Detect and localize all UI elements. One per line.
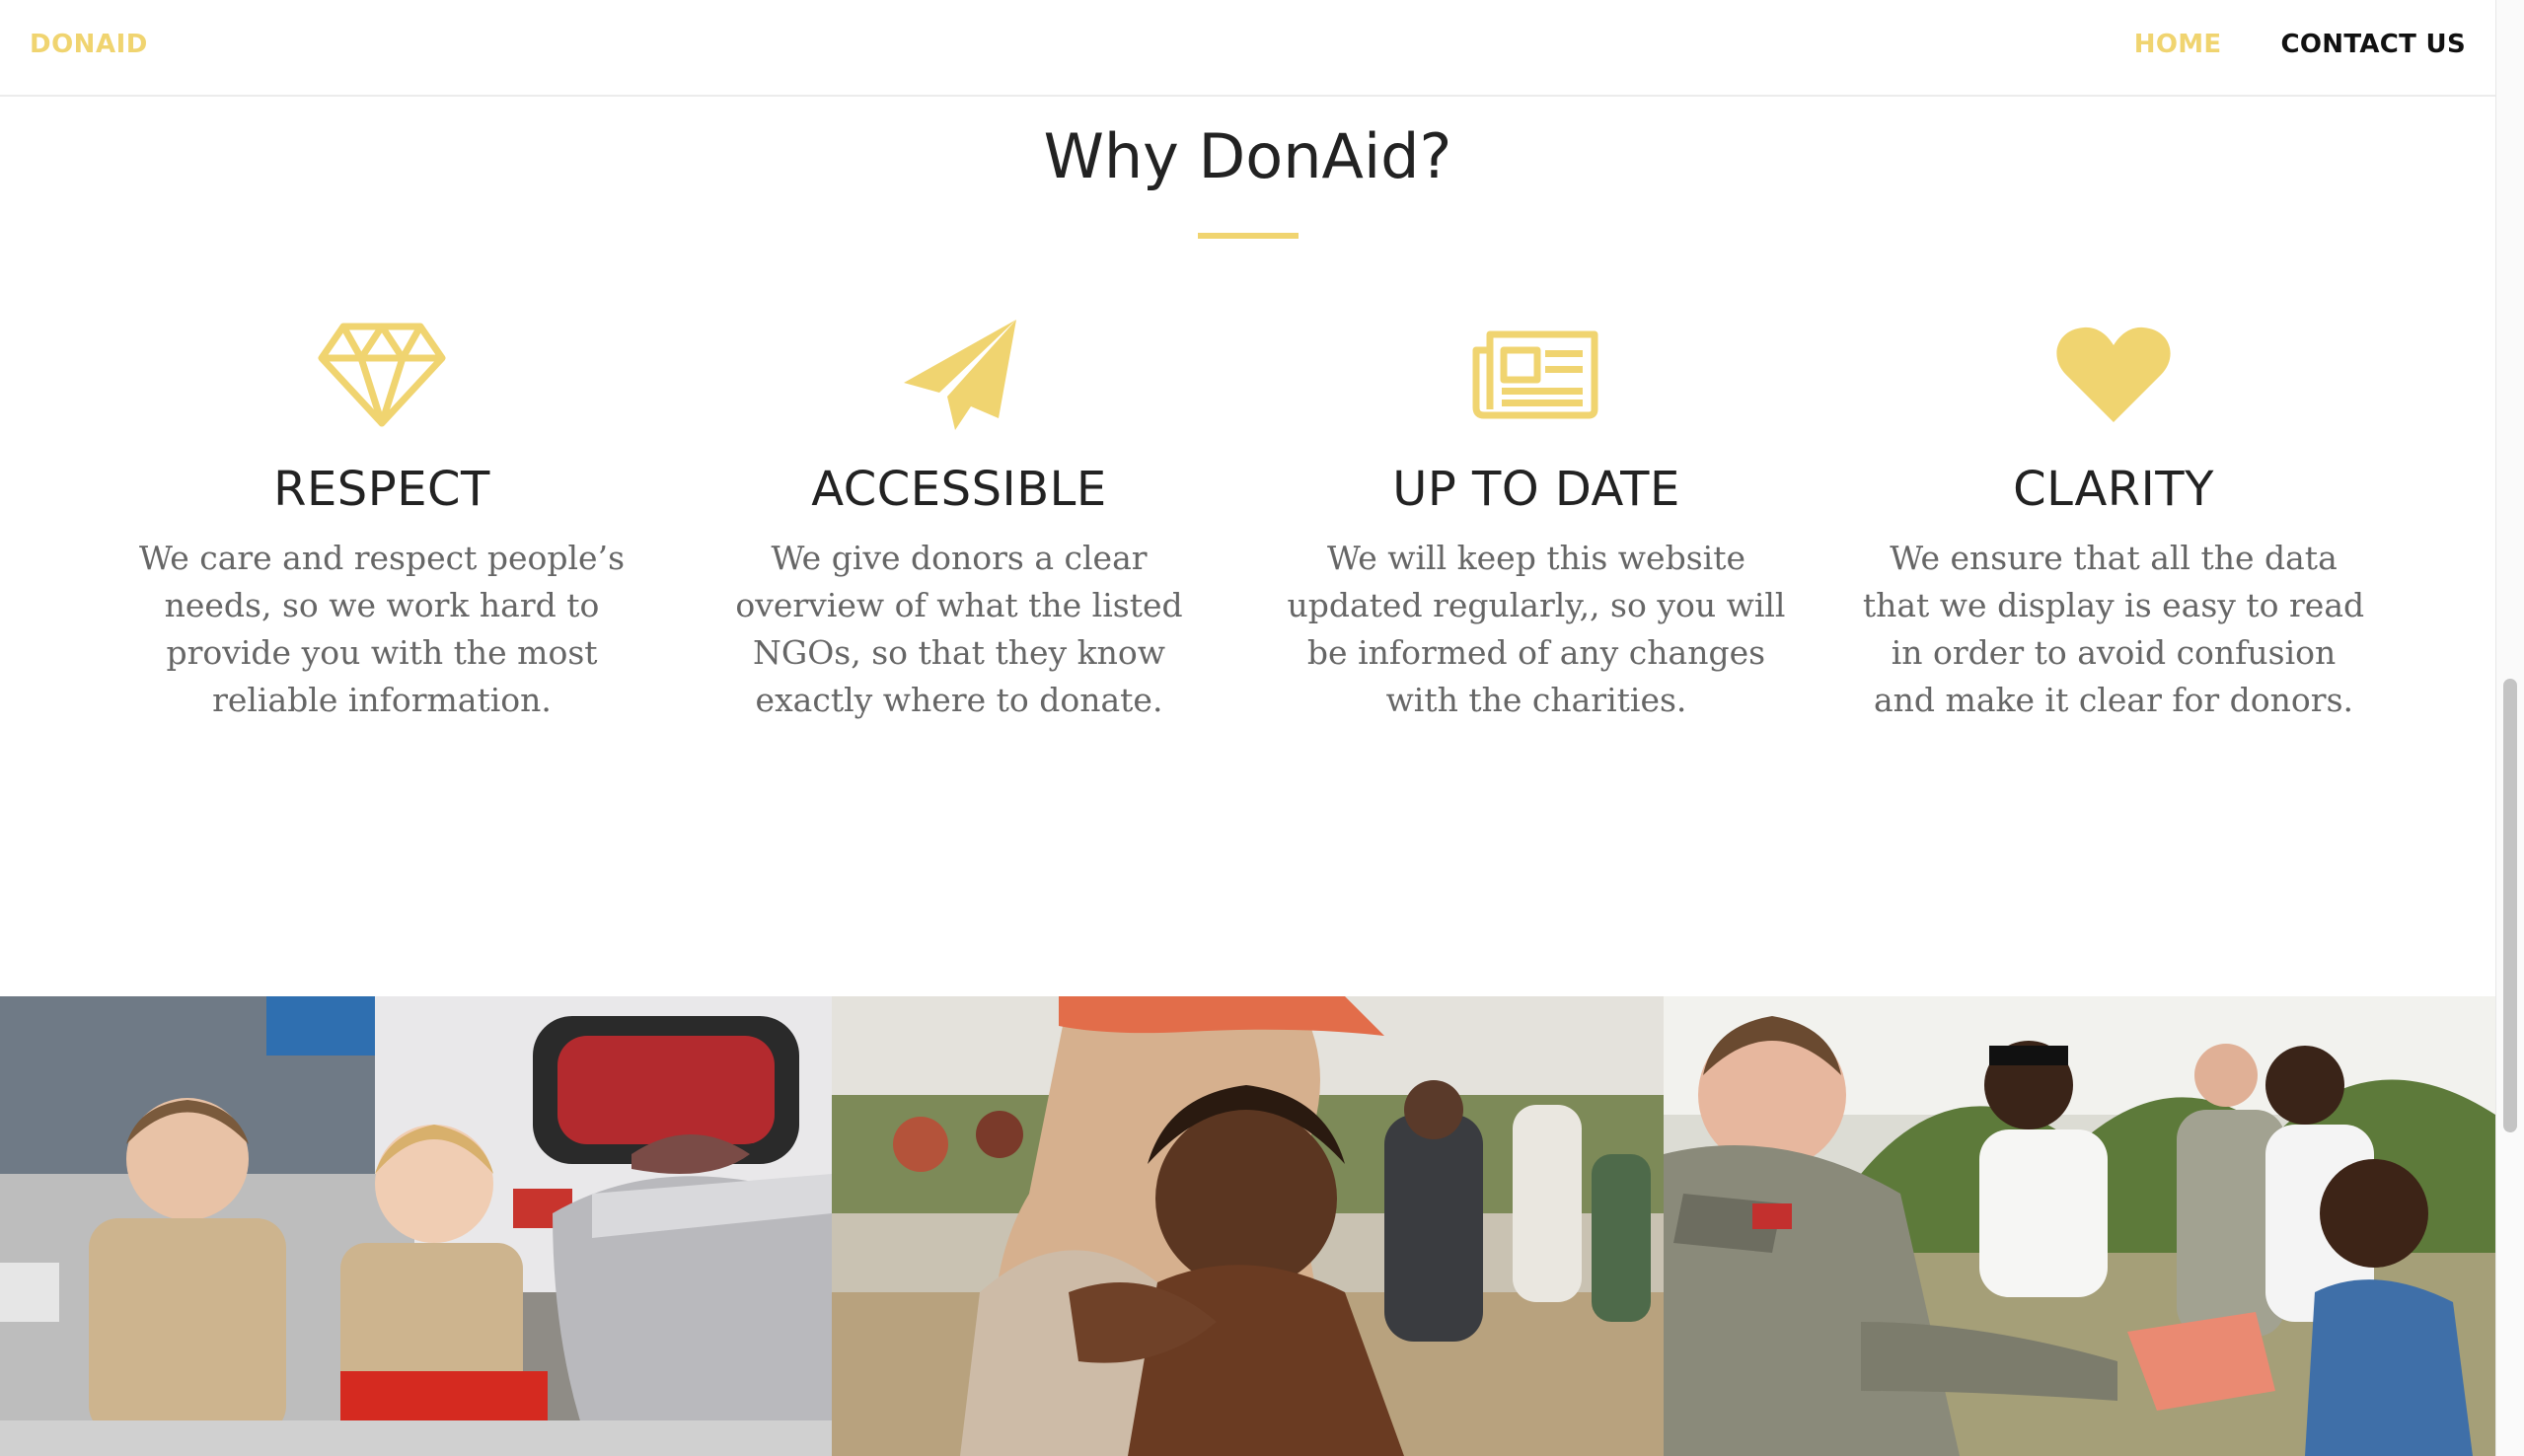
title-divider xyxy=(1198,233,1299,239)
newspaper-icon xyxy=(1280,316,1793,434)
nav-home-link[interactable]: HOME xyxy=(2134,30,2222,59)
paper-plane-icon xyxy=(703,316,1216,434)
feature-title: ACCESSIBLE xyxy=(811,462,1107,517)
photo-strip xyxy=(0,996,2495,1456)
feature-description: We care and respect people’s needs, so w… xyxy=(138,539,626,719)
feature-title: CLARITY xyxy=(2013,462,2214,517)
soldier-giving-package-photo xyxy=(1664,996,2495,1456)
heart-icon xyxy=(1857,316,2370,434)
children-ambulance-photo xyxy=(0,996,832,1456)
feature-description: We will keep this website updated regula… xyxy=(1287,539,1786,719)
feature-up-to-date: UP TO DATE We will keep this website upd… xyxy=(1280,316,1793,724)
feature-description: We give donors a clear overview of what … xyxy=(735,539,1183,719)
nav-contact-link[interactable]: CONTACT US xyxy=(2281,30,2467,59)
section-title: Why DonAid? xyxy=(1043,120,1452,192)
feature-respect: RESPECT We care and respect people’s nee… xyxy=(125,316,638,724)
scrollbar-thumb[interactable] xyxy=(2503,679,2517,1132)
page: DONAID HOME CONTACT US Why DonAid? RESPE… xyxy=(0,0,2524,1456)
top-navbar: DONAID HOME CONTACT US xyxy=(0,0,2495,97)
brand-logo-link[interactable]: DONAID xyxy=(30,30,148,59)
feature-description: We ensure that all the data that we disp… xyxy=(1862,539,2365,719)
feature-clarity: CLARITY We ensure that all the data that… xyxy=(1857,316,2370,724)
diamond-icon xyxy=(125,316,638,434)
feature-title: RESPECT xyxy=(273,462,490,517)
feature-accessible: ACCESSIBLE We give donors a clear overvi… xyxy=(703,316,1216,724)
woman-holding-child-photo xyxy=(832,996,1664,1456)
feature-title: UP TO DATE xyxy=(1392,462,1680,517)
nav-links: HOME CONTACT US xyxy=(2134,30,2466,59)
